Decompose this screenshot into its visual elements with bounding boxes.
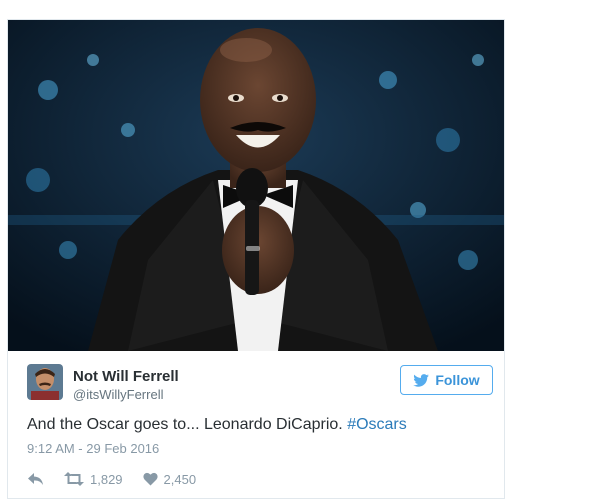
follow-button[interactable]: Follow (400, 365, 493, 395)
tweet-text: And the Oscar goes to... Leonardo DiCapr… (27, 416, 497, 434)
twitter-bird-icon (413, 373, 430, 387)
tweet-header: Not Will Ferrell @itsWillyFerrell Follow (27, 364, 493, 404)
reply-icon (28, 473, 43, 485)
heart-icon (142, 472, 158, 486)
retweet-count: 1,829 (90, 471, 123, 487)
retweet-button[interactable]: 1,829 (64, 472, 123, 487)
like-count: 2,450 (163, 471, 197, 487)
tweet-text-body: And the Oscar goes to... Leonardo DiCapr… (27, 416, 348, 433)
user-handle[interactable]: @itsWillyFerrell (73, 387, 163, 402)
follow-label: Follow (435, 372, 480, 388)
retweet-icon (64, 472, 84, 486)
reply-button[interactable] (27, 472, 44, 486)
tweet-timestamp[interactable]: 9:12 AM - 29 Feb 2016 (27, 441, 159, 456)
hashtag-link[interactable]: #Oscars (347, 416, 407, 433)
like-button[interactable]: 2,450 (142, 471, 197, 487)
display-name[interactable]: Not Will Ferrell (73, 368, 179, 385)
tweet-actions: 1,829 2,450 (27, 468, 216, 490)
tweet-photo[interactable] (8, 20, 504, 351)
tweet-card: Not Will Ferrell @itsWillyFerrell Follow… (7, 19, 505, 499)
avatar-icon (27, 364, 63, 400)
user-avatar[interactable] (27, 364, 63, 400)
